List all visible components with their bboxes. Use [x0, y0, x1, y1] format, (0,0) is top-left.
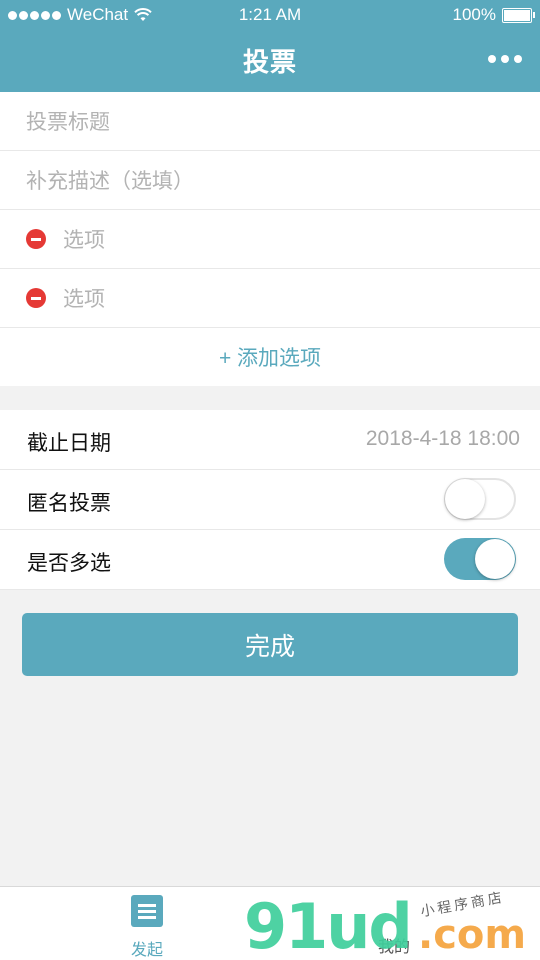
app-screen: WeChat 1:21 AM 100% 投票 投票标题 补充描述（选填） 选项 … — [0, 0, 540, 960]
remove-option-icon[interactable] — [26, 229, 46, 249]
battery-label: 100% — [452, 5, 496, 24]
tab-launch-label: 发起 — [130, 942, 163, 959]
multiple-choice-label: 是否多选 — [27, 552, 111, 575]
done-button[interactable]: 完成 — [22, 613, 518, 676]
page-title: 投票 — [242, 47, 297, 77]
toggle-knob — [445, 479, 485, 519]
deadline-label: 截止日期 — [27, 432, 111, 455]
battery-icon — [502, 7, 535, 23]
more-dots-icon[interactable] — [488, 55, 522, 63]
header: WeChat 1:21 AM 100% 投票 — [0, 0, 540, 92]
tab-launch[interactable]: 发起 — [112, 895, 182, 960]
description-placeholder: 补充描述（选填） — [26, 170, 194, 193]
settings-list: 截止日期 2018-4-18 18:00 匿名投票 是否多选 — [0, 410, 540, 590]
anonymous-label: 匿名投票 — [27, 492, 111, 515]
list-icon — [131, 895, 163, 927]
multiple-choice-toggle[interactable] — [444, 538, 516, 580]
status-bar: WeChat 1:21 AM 100% — [0, 0, 540, 30]
add-option-button[interactable]: + 添加选项 — [0, 328, 540, 386]
poll-form: 投票标题 补充描述（选填） 选项 选项 + 添加选项 — [0, 92, 540, 386]
multiple-choice-row: 是否多选 — [0, 530, 540, 590]
deadline-value[interactable]: 2018-4-18 18:00 — [366, 427, 520, 451]
option-row: 选项 — [0, 210, 540, 269]
watermark-main: 91ud — [244, 890, 413, 960]
remove-option-icon[interactable] — [26, 288, 46, 308]
option-input[interactable]: 选项 — [63, 224, 105, 254]
poll-title-input[interactable]: 投票标题 — [0, 92, 540, 151]
option-row: 选项 — [0, 269, 540, 328]
deadline-row[interactable]: 截止日期 2018-4-18 18:00 — [0, 410, 540, 470]
watermark-logo: 91ud .com 小程序商店 — [240, 889, 540, 960]
poll-title-placeholder: 投票标题 — [26, 111, 110, 134]
description-input[interactable]: 补充描述（选填） — [0, 151, 540, 210]
option-input[interactable]: 选项 — [63, 283, 105, 313]
anonymous-toggle[interactable] — [444, 478, 516, 520]
status-right: 100% — [452, 5, 535, 25]
toggle-knob — [475, 539, 515, 579]
anonymous-row: 匿名投票 — [0, 470, 540, 530]
